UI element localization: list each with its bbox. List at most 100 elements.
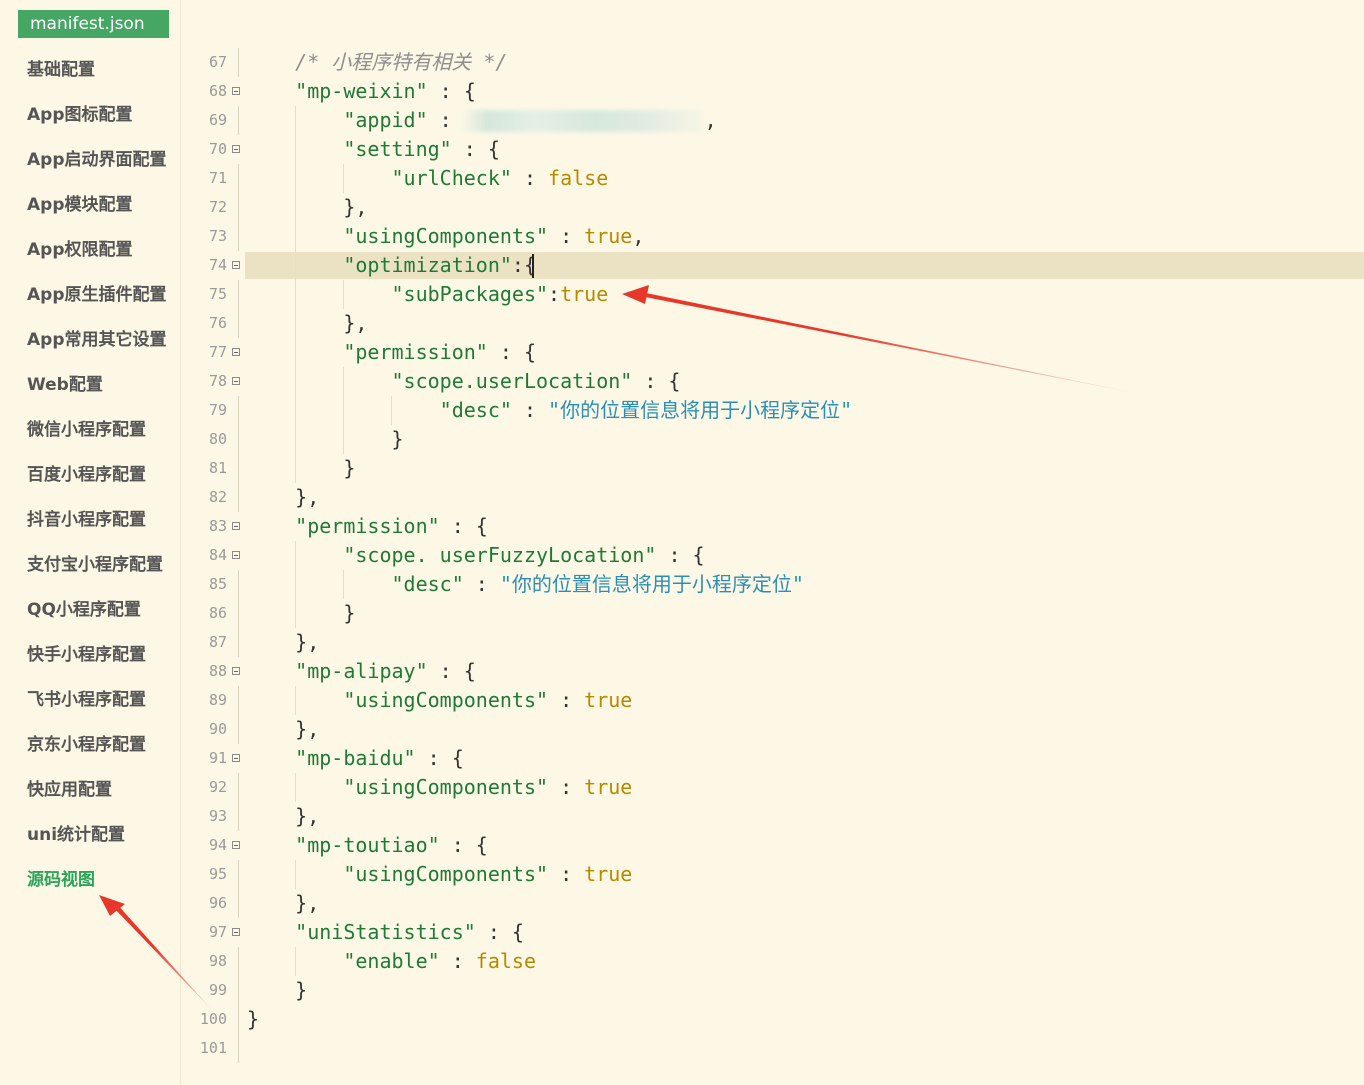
- sidebar-item-app-splash[interactable]: App启动界面配置: [27, 138, 167, 183]
- code-line[interactable]: 78 "scope.userLocation" : {: [181, 367, 1364, 396]
- code-token: },: [247, 891, 320, 915]
- fold-guide-line: [238, 889, 239, 918]
- code-line[interactable]: 92 "usingComponents" : true: [181, 773, 1364, 802]
- code-line[interactable]: 97 "uniStatistics" : {: [181, 918, 1364, 947]
- sidebar-item-quickapp[interactable]: 快应用配置: [27, 768, 112, 813]
- sidebar-item-app-other[interactable]: App常用其它设置: [27, 318, 167, 363]
- fold-guide-line: [238, 570, 239, 599]
- code-text: },: [247, 715, 319, 744]
- sidebar-item-mp-baidu[interactable]: 百度小程序配置: [27, 453, 146, 498]
- fold-toggle-icon[interactable]: [232, 841, 240, 849]
- code-line[interactable]: 84 "scope. userFuzzyLocation" : {: [181, 541, 1364, 570]
- fold-toggle-icon[interactable]: [232, 348, 240, 356]
- code-line[interactable]: 96 },: [181, 889, 1364, 918]
- sidebar-item-uni-statistics[interactable]: uni统计配置: [27, 813, 125, 858]
- fold-toggle-icon[interactable]: [232, 87, 240, 95]
- sidebar-item-source-view[interactable]: 源码视图: [27, 858, 95, 903]
- code-line[interactable]: 72 },: [181, 193, 1364, 222]
- code-token: "usingComponents": [247, 688, 549, 712]
- code-line[interactable]: 79 "desc" : "你的位置信息将用于小程序定位": [181, 396, 1364, 425]
- sidebar-item-mp-qq[interactable]: QQ小程序配置: [27, 588, 141, 633]
- code-line[interactable]: 76 },: [181, 309, 1364, 338]
- sidebar-item-mp-alipay[interactable]: 支付宝小程序配置: [27, 543, 163, 588]
- code-line[interactable]: 74 "optimization":{: [181, 251, 1364, 280]
- code-line[interactable]: 93 },: [181, 802, 1364, 831]
- line-number: 82: [208, 488, 227, 506]
- code-line[interactable]: 82 },: [181, 483, 1364, 512]
- code-line[interactable]: 77 "permission" : {: [181, 338, 1364, 367]
- sidebar-item-app-modules[interactable]: App模块配置: [27, 183, 133, 228]
- text-caret: [532, 254, 534, 278]
- code-text: "appid" : ,: [247, 106, 716, 135]
- code-text: },: [247, 889, 319, 918]
- code-token: : {: [632, 369, 681, 393]
- code-line[interactable]: 89 "usingComponents" : true: [181, 686, 1364, 715]
- code-line[interactable]: 90 },: [181, 715, 1364, 744]
- code-line[interactable]: 99 }: [181, 976, 1364, 1005]
- code-text: }: [247, 454, 355, 483]
- code-line[interactable]: 73 "usingComponents" : true,: [181, 222, 1364, 251]
- code-token: "你的位置信息将用于小程序定位": [548, 398, 853, 422]
- code-line[interactable]: 85 "desc" : "你的位置信息将用于小程序定位": [181, 570, 1364, 599]
- fold-guide-line: [238, 628, 239, 657]
- code-token: "你的位置信息将用于小程序定位": [499, 572, 804, 596]
- sidebar-item-web[interactable]: Web配置: [27, 363, 103, 408]
- code-text: }: [247, 976, 307, 1005]
- sidebar-item-mp-douyin[interactable]: 抖音小程序配置: [27, 498, 146, 543]
- fold-toggle-icon[interactable]: [232, 261, 240, 269]
- code-text: }: [247, 425, 403, 454]
- line-number: 91: [208, 749, 227, 767]
- code-line[interactable]: 86 }: [181, 599, 1364, 628]
- fold-toggle-icon[interactable]: [232, 522, 240, 530]
- fold-guide-line: [238, 1005, 239, 1034]
- code-line[interactable]: 67 /* 小程序特有相关 */: [181, 48, 1364, 77]
- code-line[interactable]: 101: [181, 1034, 1364, 1063]
- code-line[interactable]: 88 "mp-alipay" : {: [181, 657, 1364, 686]
- code-editor[interactable]: 67 /* 小程序特有相关 */68 "mp-weixin" : {69 "ap…: [181, 48, 1364, 1085]
- line-number: 67: [208, 53, 227, 71]
- code-line[interactable]: 91 "mp-baidu" : {: [181, 744, 1364, 773]
- indent-guide: [295, 106, 296, 483]
- code-line[interactable]: 87 },: [181, 628, 1364, 657]
- code-line[interactable]: 83 "permission" : {: [181, 512, 1364, 541]
- sidebar-item-mp-kuaishou[interactable]: 快手小程序配置: [27, 633, 146, 678]
- code-line[interactable]: 100}: [181, 1005, 1364, 1034]
- fold-toggle-icon[interactable]: [232, 377, 240, 385]
- indent-guide: [343, 164, 344, 193]
- code-line[interactable]: 69 "appid" : ,: [181, 106, 1364, 135]
- code-line[interactable]: 70 "setting" : {: [181, 135, 1364, 164]
- code-line[interactable]: 94 "mp-toutiao" : {: [181, 831, 1364, 860]
- indent-guide: [295, 773, 296, 802]
- code-line[interactable]: 81 }: [181, 454, 1364, 483]
- sidebar-item-app-permissions[interactable]: App权限配置: [27, 228, 133, 273]
- code-line[interactable]: 71 "urlCheck" : false: [181, 164, 1364, 193]
- tab-manifest-json[interactable]: manifest.json: [18, 10, 169, 38]
- code-text: },: [247, 193, 367, 222]
- sidebar-item-mp-jd[interactable]: 京东小程序配置: [27, 723, 146, 768]
- code-token: true: [584, 688, 633, 712]
- sidebar-item-mp-weixin[interactable]: 微信小程序配置: [27, 408, 146, 453]
- code-line[interactable]: 95 "usingComponents" : true: [181, 860, 1364, 889]
- indent-guide: [295, 947, 296, 976]
- line-number: 68: [208, 82, 227, 100]
- code-line[interactable]: 75 "subPackages":true: [181, 280, 1364, 309]
- indent-guide: [295, 686, 296, 715]
- fold-toggle-icon[interactable]: [232, 145, 240, 153]
- fold-toggle-icon[interactable]: [232, 551, 240, 559]
- code-token: "enable": [247, 949, 440, 973]
- code-token: :: [439, 949, 476, 973]
- fold-toggle-icon[interactable]: [232, 928, 240, 936]
- sidebar-item-mp-feishu[interactable]: 飞书小程序配置: [27, 678, 146, 723]
- fold-toggle-icon[interactable]: [232, 667, 240, 675]
- code-token: "mp-toutiao": [247, 833, 440, 857]
- sidebar-item-app-native-plugins[interactable]: App原生插件配置: [27, 273, 167, 318]
- code-line[interactable]: 98 "enable" : false: [181, 947, 1364, 976]
- fold-toggle-icon[interactable]: [232, 754, 240, 762]
- code-text: "urlCheck" : false: [247, 164, 608, 193]
- line-number: 74: [208, 256, 227, 274]
- sidebar-item-app-icon[interactable]: App图标配置: [27, 93, 133, 138]
- code-line[interactable]: 68 "mp-weixin" : {: [181, 77, 1364, 106]
- sidebar-item-basic[interactable]: 基础配置: [27, 48, 95, 93]
- indent-guide: [295, 860, 296, 889]
- code-line[interactable]: 80 }: [181, 425, 1364, 454]
